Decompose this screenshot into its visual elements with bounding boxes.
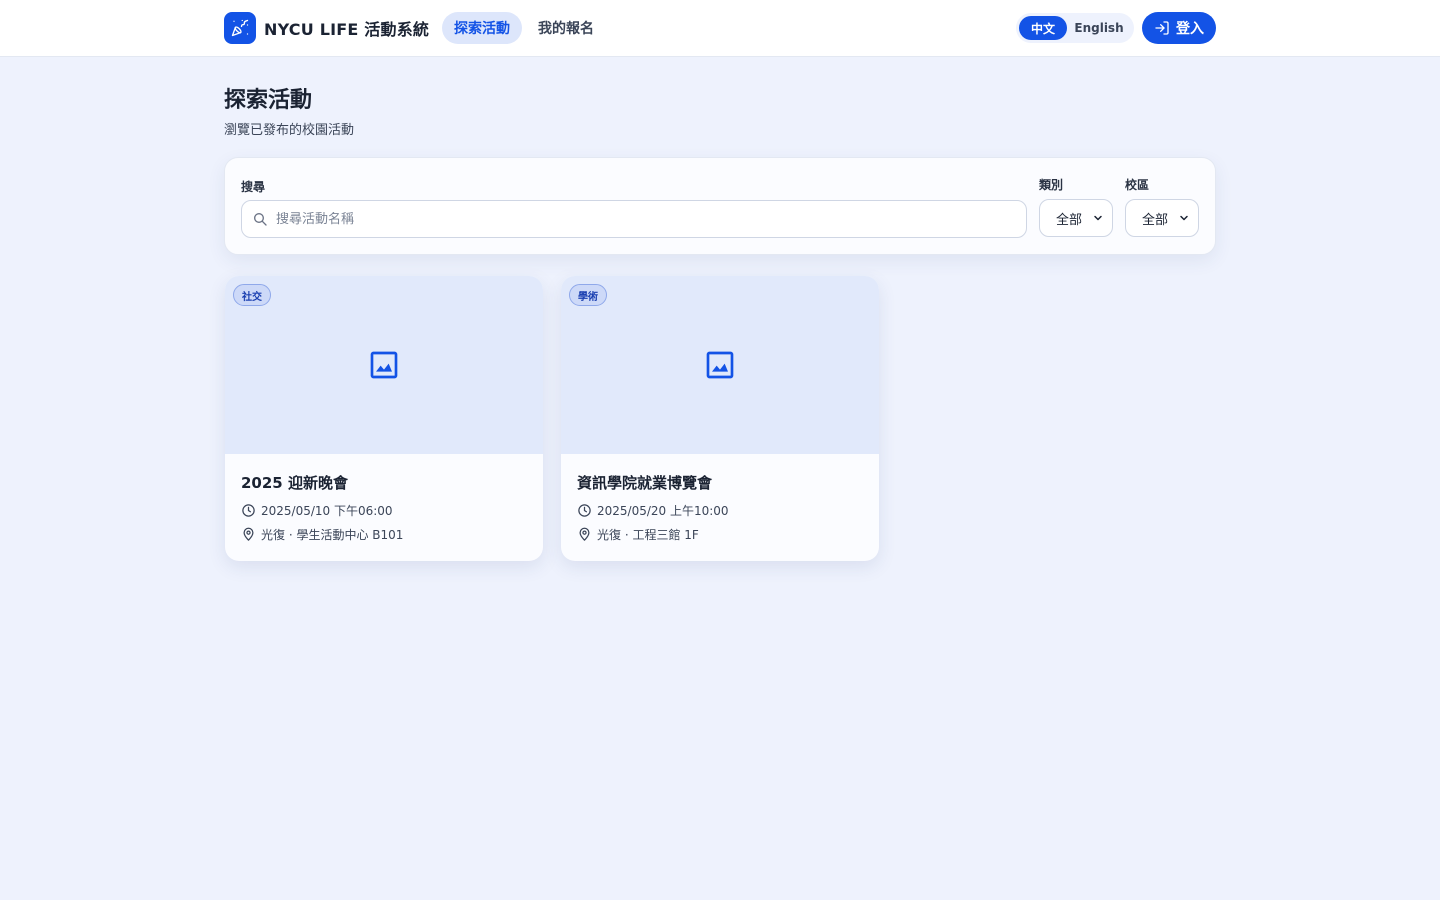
event-location: 光復 · 學生活動中心 B101 [261,528,404,542]
campus-label: 校區 [1125,178,1150,192]
filter-panel: 搜尋 類別 全部 校區 全部 [224,157,1216,255]
event-image-placeholder [225,276,543,454]
top-nav-bar: NYCU LIFE 活動系統 探索活動 我的報名 中文 English 登入 [0,0,1440,57]
login-button[interactable]: 登入 [1142,12,1216,44]
language-switcher: 中文 English [1016,13,1134,43]
image-icon [706,351,734,379]
lang-option-en[interactable]: English [1067,16,1131,40]
category-badge: 社交 [233,284,271,306]
main-nav: 探索活動 我的報名 [442,12,610,44]
campus-select[interactable]: 全部 [1125,199,1199,237]
map-pin-icon [243,527,254,541]
category-select[interactable]: 全部 [1039,199,1113,237]
event-location-row: 光復 · 工程三館 1F [577,526,699,543]
category-select-value: 全部 [1056,212,1083,228]
login-label: 登入 [1176,21,1204,37]
event-title: 資訊學院就業博覽會 [577,474,713,492]
login-icon [1155,21,1169,35]
event-datetime: 2025/05/20 上午10:00 [597,504,729,518]
page-subtitle: 瀏覽已發布的校園活動 [224,123,355,138]
party-popper-icon [224,12,256,44]
category-badge: 學術 [569,284,607,306]
chevron-down-icon [1180,215,1188,221]
event-datetime-row: 2025/05/20 上午10:00 [577,502,729,519]
event-image-placeholder [561,276,879,454]
clock-icon [242,504,255,517]
map-pin-icon [579,527,590,541]
event-datetime-row: 2025/05/10 下午06:00 [241,502,393,519]
event-datetime: 2025/05/10 下午06:00 [261,504,393,518]
nav-my-registrations[interactable]: 我的報名 [526,12,606,44]
page-title: 探索活動 [224,88,313,113]
brand[interactable]: NYCU LIFE 活動系統 [224,12,429,44]
nav-explore-events[interactable]: 探索活動 [442,12,522,44]
chevron-down-icon [1094,215,1102,221]
event-location: 光復 · 工程三館 1F [597,528,699,542]
event-card[interactable]: 學術 資訊學院就業博覽會 2025/05/20 上午10:00 光復 · 工程三… [561,276,879,561]
search-field[interactable] [241,200,1027,238]
lang-option-zh[interactable]: 中文 [1019,16,1067,40]
event-location-row: 光復 · 學生活動中心 B101 [241,526,403,543]
event-title: 2025 迎新晚會 [241,474,348,492]
app-name: NYCU LIFE 活動系統 [264,20,430,39]
image-icon [370,351,398,379]
search-icon [254,213,267,226]
event-card[interactable]: 社交 2025 迎新晚會 2025/05/10 下午06:00 光復 · 學生活… [225,276,543,561]
campus-select-value: 全部 [1142,212,1169,228]
search-input[interactable] [276,211,996,227]
clock-icon [578,504,591,517]
search-label: 搜尋 [241,180,266,194]
category-label: 類別 [1039,178,1064,192]
